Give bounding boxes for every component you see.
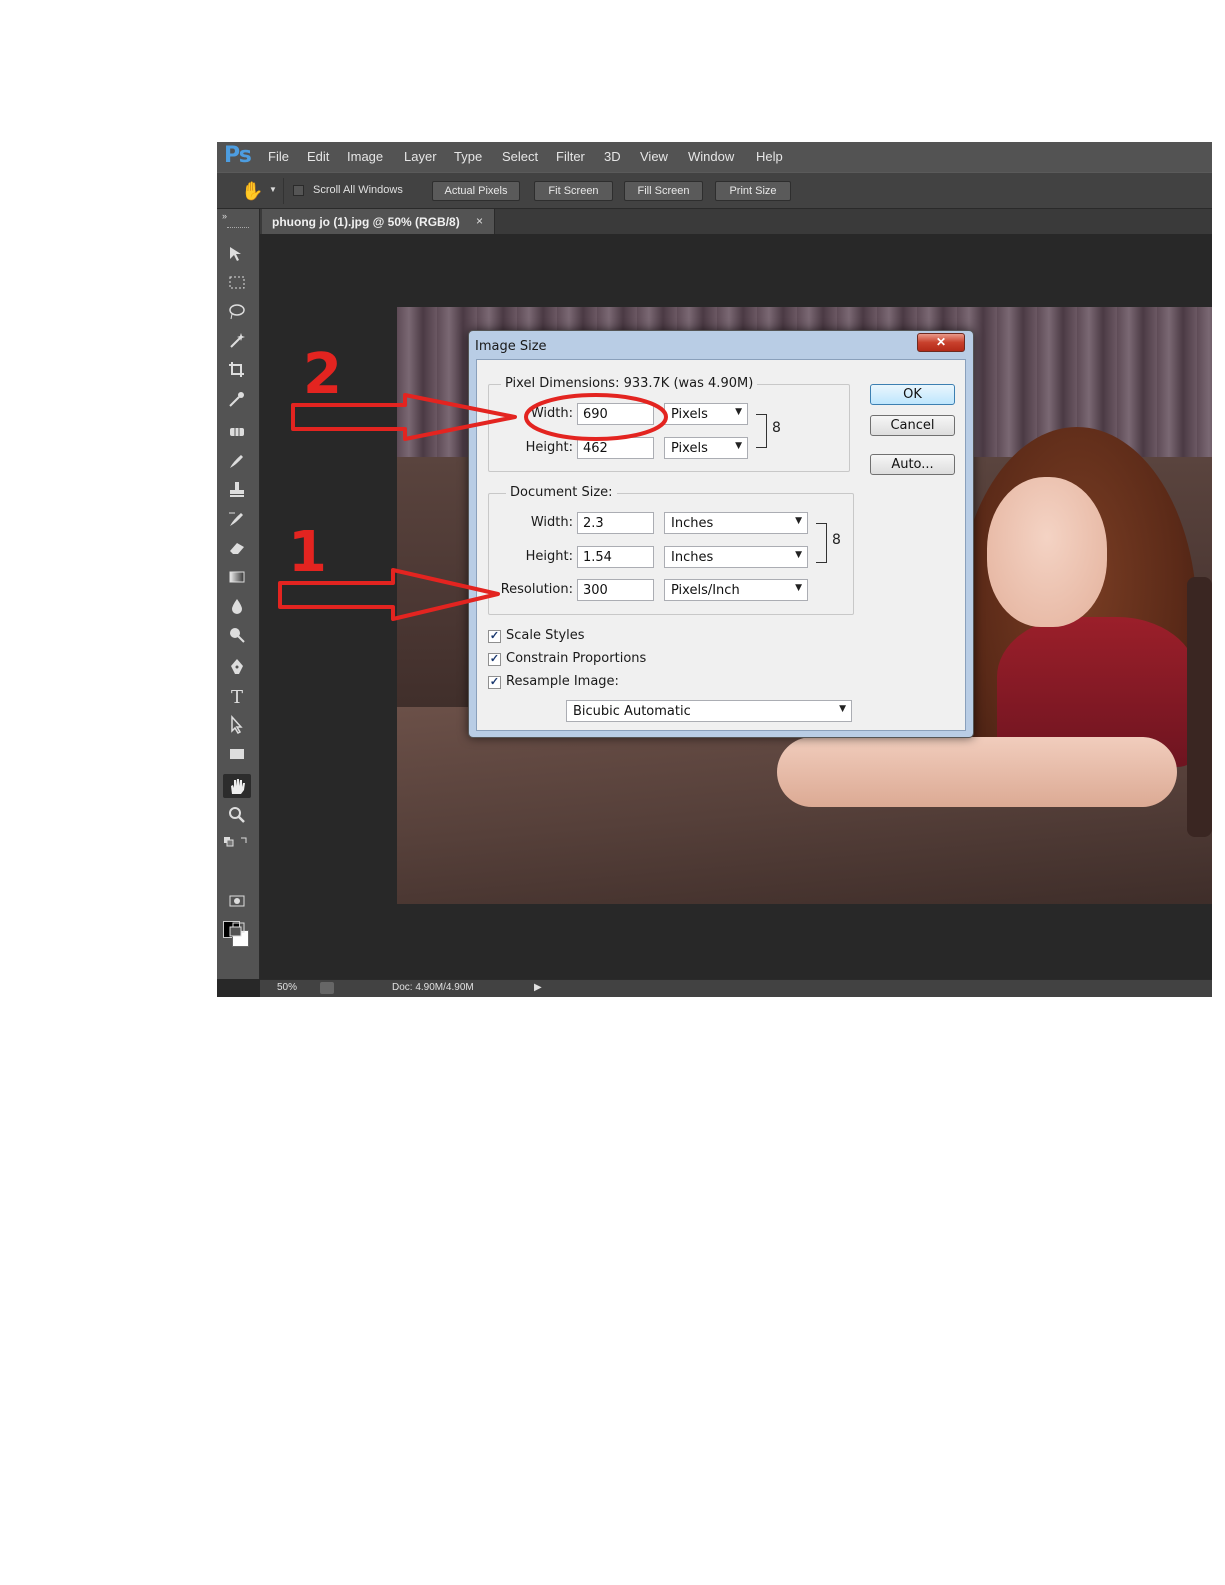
annotation-overlay — [278, 393, 668, 621]
annotation-arrow-1 — [278, 568, 500, 621]
annotation-circle-width — [524, 393, 668, 441]
annotation-arrow-2 — [291, 393, 517, 441]
